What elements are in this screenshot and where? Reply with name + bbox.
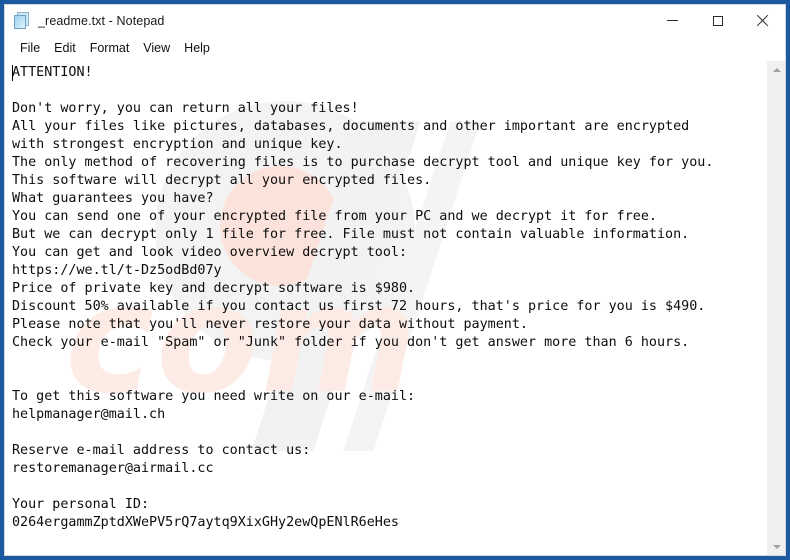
- menu-item-format[interactable]: Format: [83, 39, 137, 57]
- menu-item-help[interactable]: Help: [177, 39, 217, 57]
- text-editor[interactable]: com ATTENTION! Don't worry, you can retu…: [5, 61, 767, 555]
- desktop-background: _readme.txt - Notepad File Edit Format V…: [0, 0, 790, 560]
- scroll-up-icon[interactable]: [768, 61, 785, 78]
- vertical-scrollbar[interactable]: [767, 61, 785, 555]
- scroll-down-icon[interactable]: [768, 538, 785, 555]
- window-title: _readme.txt - Notepad: [38, 13, 165, 28]
- scrollbar-track[interactable]: [768, 78, 785, 538]
- readme-text-content: ATTENTION! Don't worry, you can return a…: [12, 65, 714, 530]
- minimize-icon: [667, 20, 678, 21]
- editor-area: com ATTENTION! Don't worry, you can retu…: [5, 60, 785, 555]
- notepad-window: _readme.txt - Notepad File Edit Format V…: [4, 4, 786, 556]
- menu-item-view[interactable]: View: [136, 39, 177, 57]
- menu-item-edit[interactable]: Edit: [47, 39, 83, 57]
- close-icon: [756, 14, 769, 27]
- window-titlebar[interactable]: _readme.txt - Notepad: [5, 5, 785, 36]
- notepad-document-icon: [14, 12, 31, 29]
- close-button[interactable]: [740, 5, 785, 36]
- minimize-button[interactable]: [650, 5, 695, 36]
- maximize-button[interactable]: [695, 5, 740, 36]
- menu-item-file[interactable]: File: [13, 39, 47, 57]
- titlebar-left-group: _readme.txt - Notepad: [5, 12, 164, 29]
- window-controls: [650, 5, 785, 36]
- maximize-icon: [712, 15, 723, 26]
- menu-bar: File Edit Format View Help: [5, 36, 785, 60]
- text-caret: [12, 65, 13, 81]
